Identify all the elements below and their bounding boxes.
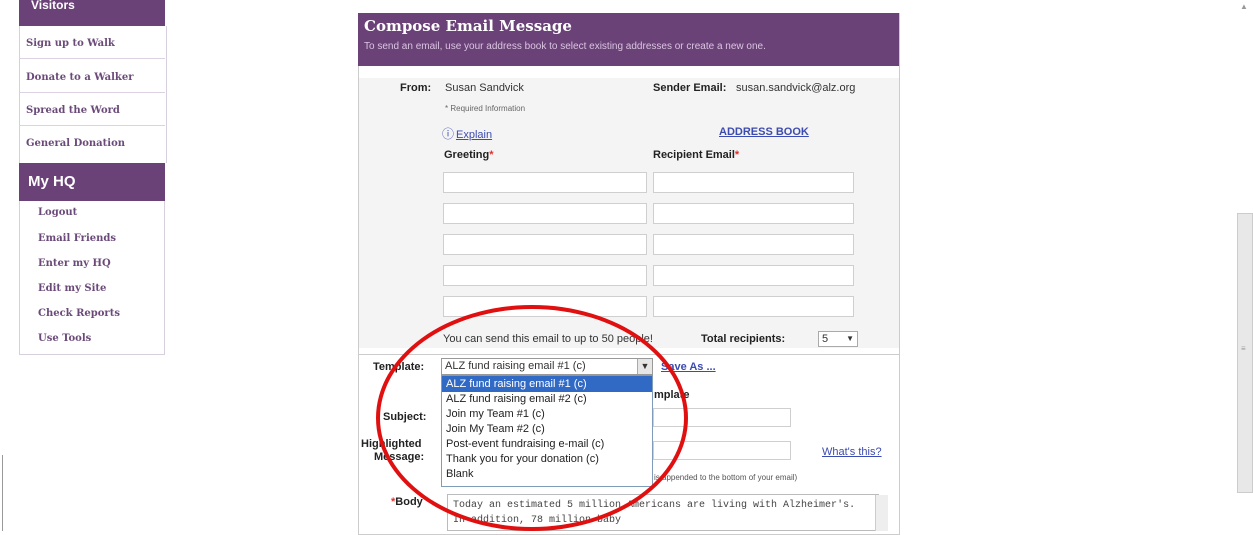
hq-link-enter-hq[interactable]: Enter my HQ (38, 258, 111, 269)
from-value: Susan Sandvick (445, 82, 524, 94)
page-scrollbar[interactable]: ≡ (1237, 213, 1253, 493)
myhq-title: My HQ (28, 173, 76, 190)
whats-this-link[interactable]: What's this? (822, 446, 882, 458)
sidebar-header-label: Visitors (31, 0, 75, 12)
hq-link-email-friends[interactable]: Email Friends (38, 233, 116, 244)
divider (19, 58, 165, 59)
compose-subtitle: To send an email, use your address book … (364, 41, 766, 52)
myhq-links-box (19, 201, 165, 355)
sender-email-label: Sender Email: (653, 82, 727, 94)
from-label: From: (400, 82, 432, 94)
info-icon[interactable]: ⓘ (442, 125, 454, 142)
recipient-email-label: Recipient Email* (653, 149, 740, 161)
explain-link[interactable]: Explain (456, 129, 492, 141)
sidebar-link-sign-up[interactable]: Sign up to Walk (26, 38, 115, 49)
hq-link-check-reports[interactable]: Check Reports (38, 308, 120, 319)
divider (19, 125, 165, 126)
sidebar-link-donate[interactable]: Donate to a Walker (26, 72, 134, 83)
total-recipients-value: 5 (822, 333, 829, 345)
recipient-email-field[interactable] (653, 265, 854, 286)
sidebar-link-spread-word[interactable]: Spread the Word (26, 105, 120, 116)
myhq-header: My HQ (19, 163, 165, 201)
body-label: *Body (391, 496, 423, 508)
sidebar-header: Visitors (19, 0, 165, 27)
hq-link-use-tools[interactable]: Use Tools (38, 333, 91, 344)
scroll-grip-icon: ≡ (1241, 344, 1246, 353)
greeting-field[interactable] (443, 203, 647, 224)
scroll-up-icon[interactable]: ▲ (1240, 2, 1248, 11)
address-book-link[interactable]: ADDRESS BOOK (719, 126, 809, 138)
body-scrollbar[interactable] (875, 495, 888, 531)
appended-note: is appended to the bottom of your email) (654, 473, 798, 482)
recipient-email-field[interactable] (653, 234, 854, 255)
page-edge-line (2, 455, 3, 531)
chevron-down-icon: ▼ (846, 334, 854, 343)
sidebar-link-general-donation[interactable]: General Donation (26, 138, 125, 149)
sender-email-value: susan.sandvick@alz.org (736, 82, 856, 94)
highlight-ellipse (376, 305, 688, 531)
recipient-email-field[interactable] (653, 296, 854, 317)
compose-header: Compose Email Message To send an email, … (358, 13, 899, 66)
recipient-email-field[interactable] (653, 203, 854, 224)
recipient-email-field[interactable] (653, 172, 854, 193)
greeting-field[interactable] (443, 265, 647, 286)
required-info-note: * Required Information (445, 104, 526, 113)
hq-link-edit-site[interactable]: Edit my Site (38, 283, 106, 294)
greeting-field[interactable] (443, 172, 647, 193)
greeting-field[interactable] (443, 234, 647, 255)
hq-link-logout[interactable]: Logout (38, 207, 77, 218)
total-recipients-label: Total recipients: (701, 333, 786, 345)
compose-title: Compose Email Message (364, 17, 572, 35)
greeting-label: Greeting* (444, 149, 494, 161)
total-recipients-select[interactable]: 5 ▼ (818, 331, 858, 347)
divider (19, 92, 165, 93)
